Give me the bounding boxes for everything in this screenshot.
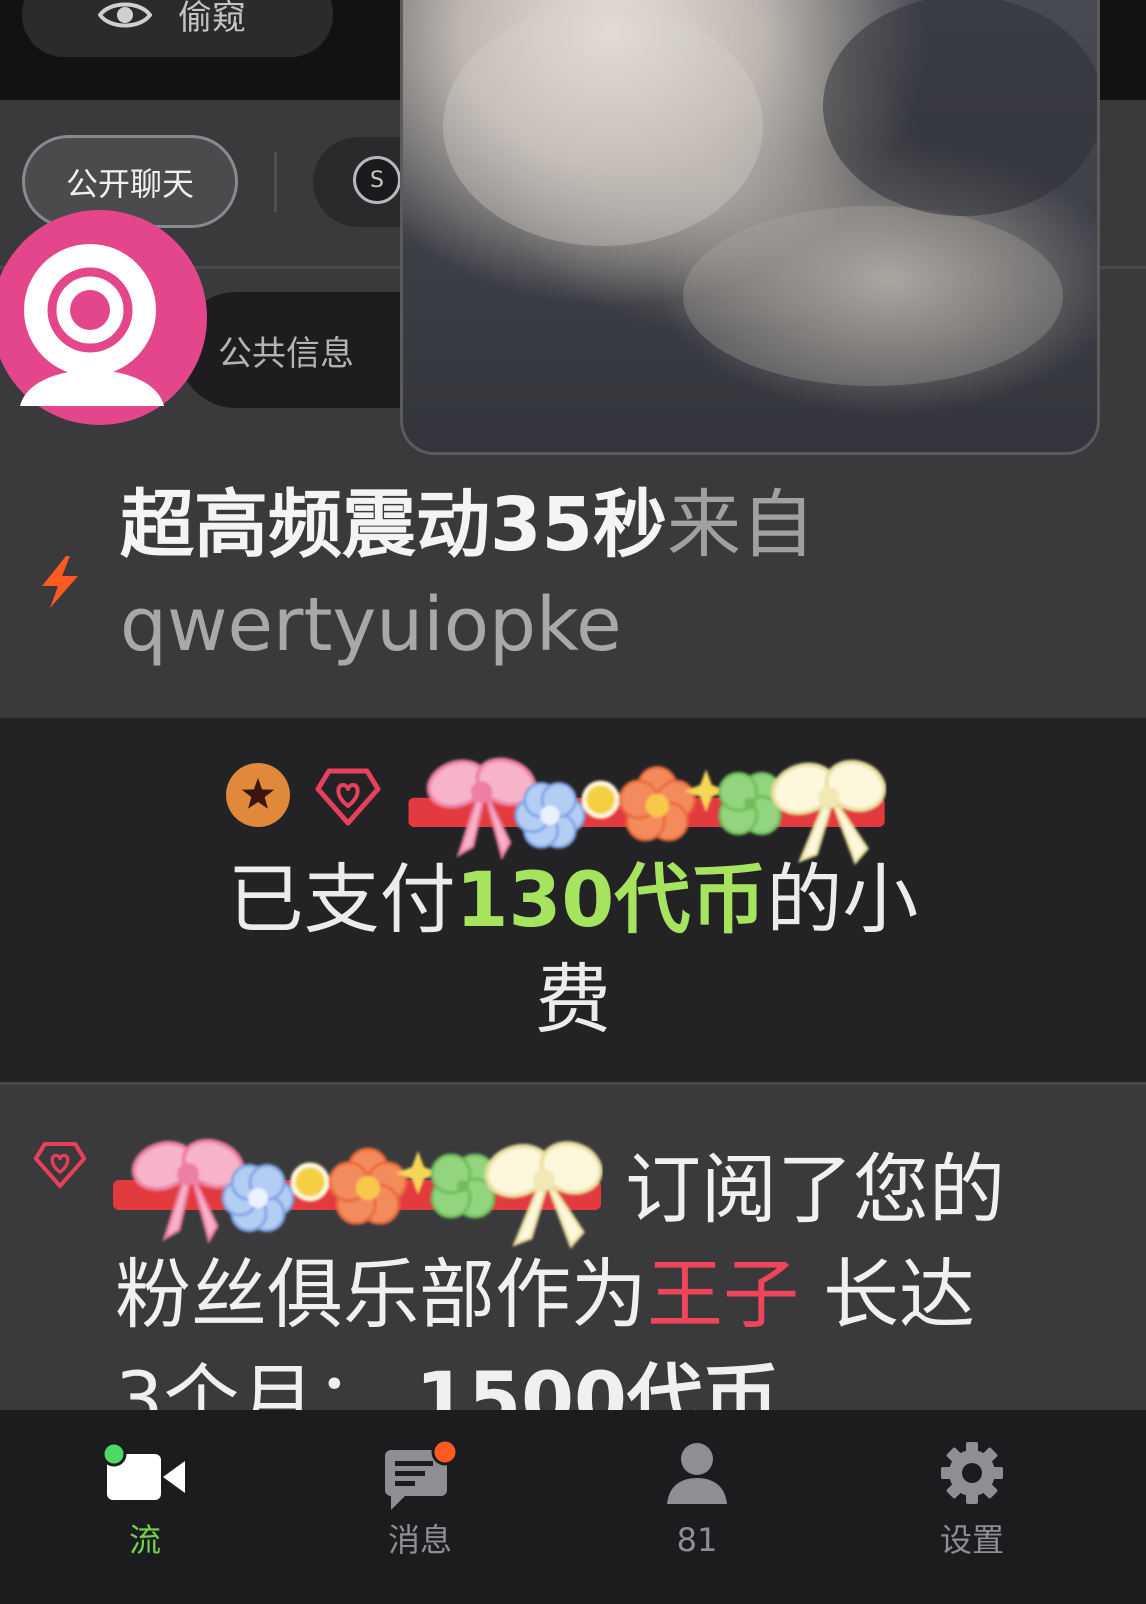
secondary-tab-icon: S (353, 156, 401, 204)
video-preview[interactable] (400, 0, 1100, 455)
tip-message-line1: 已支付130代币的小 (0, 850, 1146, 950)
message-icon (385, 1440, 459, 1510)
redaction-sticker (113, 1133, 603, 1246)
person-icon (667, 1443, 727, 1504)
subscription-line1: 订阅了您的 (625, 1145, 1005, 1234)
video-camera-icon (103, 1441, 185, 1500)
diamond-heart-icon (315, 768, 381, 826)
redacted-username[interactable] (113, 1126, 603, 1251)
tip-amount: 130代币 (455, 855, 767, 944)
video-frame (443, 0, 1097, 386)
nav-label-settings: 设置 (939, 1521, 1004, 1559)
tip-prefix: 已支付 (227, 855, 456, 944)
vibration-username[interactable]: qwertyuiopke (120, 575, 622, 675)
peek-button[interactable]: 偷窥 (22, 0, 333, 57)
star-badge-icon (226, 763, 290, 827)
tab-public-chat-label: 公开聊天 (65, 164, 194, 203)
diamond-heart-icon (33, 1142, 87, 1188)
peek-button-label: 偷窥 (178, 0, 246, 38)
subscription-line2: 粉丝俱乐部作为王子 长达 (115, 1245, 975, 1345)
webcam-logo-icon (0, 210, 207, 425)
vibration-message-line1: 超高频震动35秒来自 (120, 475, 815, 575)
nav-label-stream: 流 (128, 1521, 161, 1559)
subscription-duration-label: 长达 (823, 1250, 975, 1339)
tip-suffix-line2: 费 (535, 955, 611, 1044)
app-screen: 偷窥 公开聊天 S 公共信息 超高频震动35秒来自 qwertyuiopke 已… (0, 0, 1146, 1604)
nav-item-users[interactable]: 81 (617, 1410, 777, 1604)
nav-item-settings[interactable]: 设置 (892, 1410, 1052, 1604)
vibration-action: 超高频震动35秒 (120, 482, 667, 568)
bottom-nav: 流 消息 81 设置 (0, 1410, 1146, 1604)
vibration-from-label: 来自 (666, 482, 815, 568)
nav-label-messages: 消息 (387, 1521, 452, 1559)
redaction-sticker (408, 752, 890, 862)
nav-label-users: 81 (676, 1521, 718, 1559)
notification-dot (431, 1440, 459, 1466)
eye-icon (98, 2, 152, 27)
subscription-text: 粉丝俱乐部作为 (115, 1250, 647, 1339)
redacted-username[interactable] (400, 745, 895, 867)
lightning-icon (42, 556, 78, 608)
subscription-tier: 王子 (647, 1250, 799, 1339)
tip-suffix-line1: 的小 (766, 855, 919, 944)
nav-item-messages[interactable]: 消息 (340, 1410, 500, 1604)
gear-icon (941, 1442, 1003, 1504)
nav-item-stream[interactable]: 流 (65, 1410, 225, 1604)
online-status-dot (103, 1441, 127, 1467)
tab-divider (274, 152, 277, 212)
public-info-label: 公共信息 (218, 333, 354, 374)
